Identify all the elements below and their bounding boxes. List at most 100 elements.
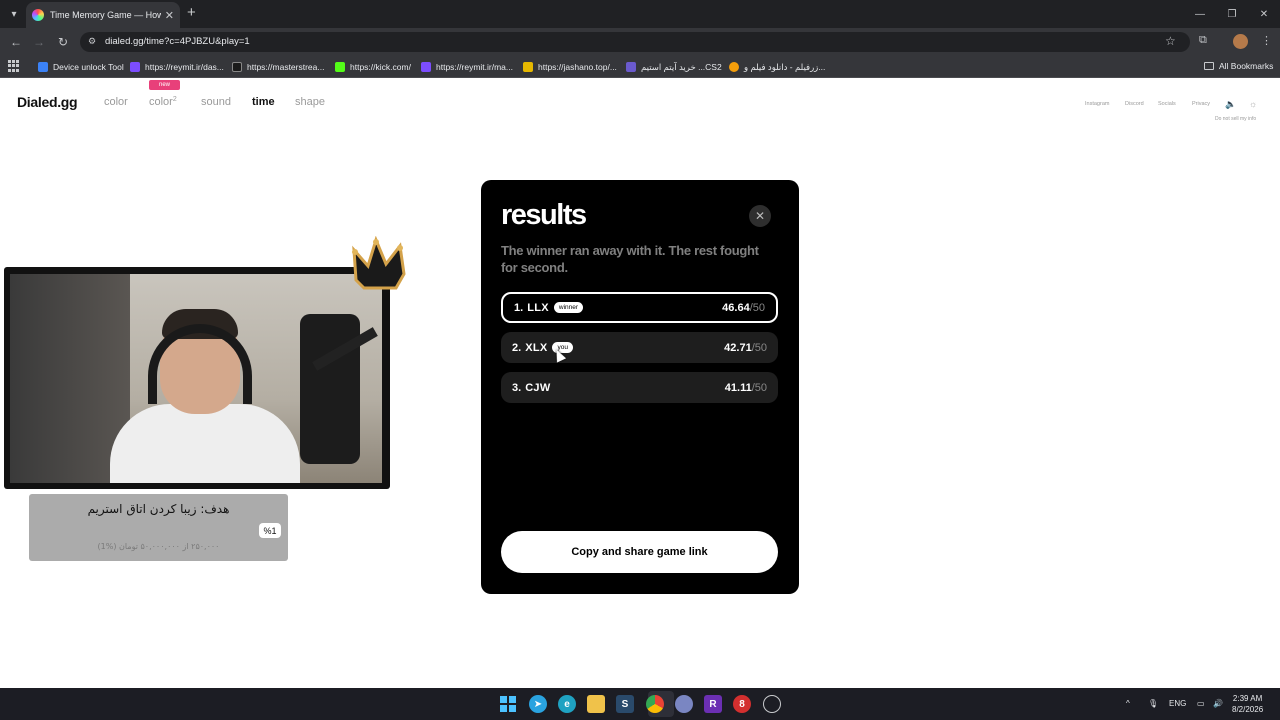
edge-icon[interactable]: e — [558, 695, 576, 713]
bookmark-item[interactable]: https://kick.com/ — [335, 61, 411, 73]
bookmark-item[interactable]: زرفیلم - دانلود فیلم و... — [729, 61, 825, 73]
bookmark-item[interactable]: خرید آیتم استیم ...CS2 — [626, 61, 722, 73]
bookmark-label: https://jashano.top/... — [538, 62, 617, 72]
bookmark-favicon-icon — [626, 62, 636, 72]
result-rank: 1. — [514, 301, 524, 314]
app-8-icon[interactable]: 8 — [733, 695, 751, 713]
telegram-icon[interactable]: ➤ — [529, 695, 547, 713]
window-controls: — ❐ ✕ — [1184, 0, 1280, 28]
file-explorer-icon[interactable] — [587, 695, 605, 713]
sun-icon[interactable]: ☼ — [1249, 99, 1257, 109]
site-info-icon[interactable]: ⚙ — [88, 36, 96, 47]
nav-time[interactable]: time — [252, 96, 275, 108]
kick-favicon-icon — [335, 62, 345, 72]
privacy-link[interactable]: Privacy — [1192, 101, 1210, 107]
profile-avatar[interactable] — [1233, 34, 1248, 49]
copy-share-link-button[interactable]: Copy and share game link — [501, 531, 778, 573]
extensions-icon[interactable]: ⧉ — [1199, 34, 1207, 47]
all-bookmarks-label: All Bookmarks — [1219, 61, 1274, 71]
network-icon[interactable]: ▭ — [1197, 699, 1205, 708]
clock-app-icon[interactable] — [763, 695, 781, 713]
streamer-body — [110, 404, 300, 483]
result-score-max: /50 — [751, 381, 767, 394]
bookmark-item[interactable]: Device unlock Tool — [38, 61, 124, 73]
new-badge: new — [149, 80, 180, 90]
bookmark-label: خرید آیتم استیم ...CS2 — [641, 61, 722, 72]
site-logo[interactable]: Dialed.gg — [17, 94, 78, 110]
goal-progress-text: ۲۵۰,۰۰۰ از ۵۰,۰۰۰,۰۰۰ تومان (%1) — [97, 542, 220, 551]
bookmark-favicon-icon — [523, 62, 533, 72]
mic-tray-icon[interactable]: 🎙 — [1148, 699, 1158, 708]
instagram-link[interactable]: Instagram — [1085, 101, 1109, 107]
forward-icon[interactable]: → — [31, 34, 47, 50]
bookmark-label: https://reymit.ir/das... — [145, 62, 224, 72]
bookmark-label: زرفیلم - دانلود فیلم و... — [744, 61, 826, 72]
back-icon[interactable]: ← — [8, 34, 24, 50]
tray-chevron-icon[interactable]: ^ — [1126, 699, 1130, 708]
url-text[interactable]: dialed.gg/time?c=4PJBZU&play=1 — [105, 36, 250, 47]
result-score-value: 41.11 — [724, 381, 752, 394]
speaker-icon[interactable]: 🔊 — [1213, 699, 1223, 708]
minimize-icon[interactable]: — — [1184, 0, 1216, 28]
chrome-icon[interactable] — [646, 695, 664, 713]
result-player-name: LLX — [527, 301, 549, 314]
folder-icon — [1204, 62, 1214, 70]
all-bookmarks[interactable]: All Bookmarks — [1204, 61, 1273, 71]
clock-date: 8/2/2026 — [1232, 705, 1264, 714]
bookmark-star-icon[interactable]: ☆ — [1165, 34, 1176, 48]
result-rank: 3. — [512, 381, 522, 394]
gaming-chair — [300, 314, 360, 464]
crown-icon — [352, 236, 406, 290]
nav-sound[interactable]: sound — [201, 96, 231, 108]
tab-search-icon[interactable]: ▾ — [6, 6, 22, 22]
nav-shape[interactable]: shape — [295, 96, 325, 108]
start-icon[interactable] — [499, 695, 517, 713]
volume-icon[interactable]: 🔈 — [1225, 99, 1236, 110]
obs-icon[interactable] — [675, 695, 693, 713]
result-score-value: 46.64 — [722, 301, 750, 314]
goal-title: هدف: زیبا کردن اتاق استریم — [87, 502, 230, 516]
result-player-name: XLX — [525, 341, 548, 354]
bookmark-label: https://reymit.ir/ma... — [436, 62, 513, 72]
bookmark-favicon-icon — [729, 62, 739, 72]
steam-icon[interactable]: S — [616, 695, 634, 713]
bookmark-label: https://masterstrea... — [247, 62, 325, 72]
modal-title: results — [501, 199, 587, 231]
result-score-max: /50 — [751, 341, 767, 354]
menu-kebab-icon[interactable]: ⋮ — [1261, 34, 1272, 47]
nav-color[interactable]: color — [104, 96, 128, 108]
result-row: 3. CJW 41.11/50 — [501, 372, 778, 403]
system-clock[interactable]: 2:39 AM 8/2/2026 — [1232, 693, 1263, 715]
restore-icon[interactable]: ❐ — [1216, 0, 1248, 28]
bookmark-favicon-icon — [421, 62, 431, 72]
bookmark-label: https://kick.com/ — [350, 62, 411, 72]
tab-title: Time Memory Game — How Go — [50, 10, 161, 20]
language-indicator[interactable]: ENG — [1169, 699, 1186, 708]
close-icon[interactable]: ✕ — [749, 205, 771, 227]
close-window-icon[interactable]: ✕ — [1248, 0, 1280, 28]
result-score: 46.64/50 — [722, 302, 765, 314]
reload-icon[interactable]: ↻ — [55, 34, 71, 50]
tab-close-icon[interactable]: ✕ — [165, 9, 174, 22]
apps-grid-icon[interactable] — [8, 60, 20, 72]
do-not-sell-link[interactable]: Do not sell my info — [1215, 116, 1256, 122]
nav-color2[interactable]: color2 — [149, 96, 177, 108]
result-score: 41.11/50 — [725, 382, 767, 394]
bookmark-item[interactable]: https://reymit.ir/das... — [130, 61, 224, 73]
result-score: 42.71/50 — [724, 342, 767, 354]
bookmark-item[interactable]: https://reymit.ir/ma... — [421, 61, 513, 73]
nav-color2-superscript: 2 — [172, 96, 177, 103]
discord-link[interactable]: Discord — [1125, 101, 1144, 107]
goal-percent-badge: %1 — [259, 523, 281, 538]
r-app-icon[interactable]: R — [704, 695, 722, 713]
result-rank: 2. — [512, 341, 522, 354]
bookmark-item[interactable]: https://masterstrea... — [232, 61, 324, 73]
new-tab-icon[interactable]: + — [187, 5, 196, 21]
bookmark-label: Device unlock Tool — [53, 62, 124, 72]
socials-link[interactable]: Socials — [1158, 101, 1176, 107]
nav-color2-label: color — [149, 96, 173, 108]
bookmark-item[interactable]: https://jashano.top/... — [523, 61, 617, 73]
bookmark-favicon-icon — [130, 62, 140, 72]
browser-tab[interactable]: Time Memory Game — How Go ✕ — [26, 2, 180, 28]
bookmark-favicon-icon — [232, 62, 242, 72]
